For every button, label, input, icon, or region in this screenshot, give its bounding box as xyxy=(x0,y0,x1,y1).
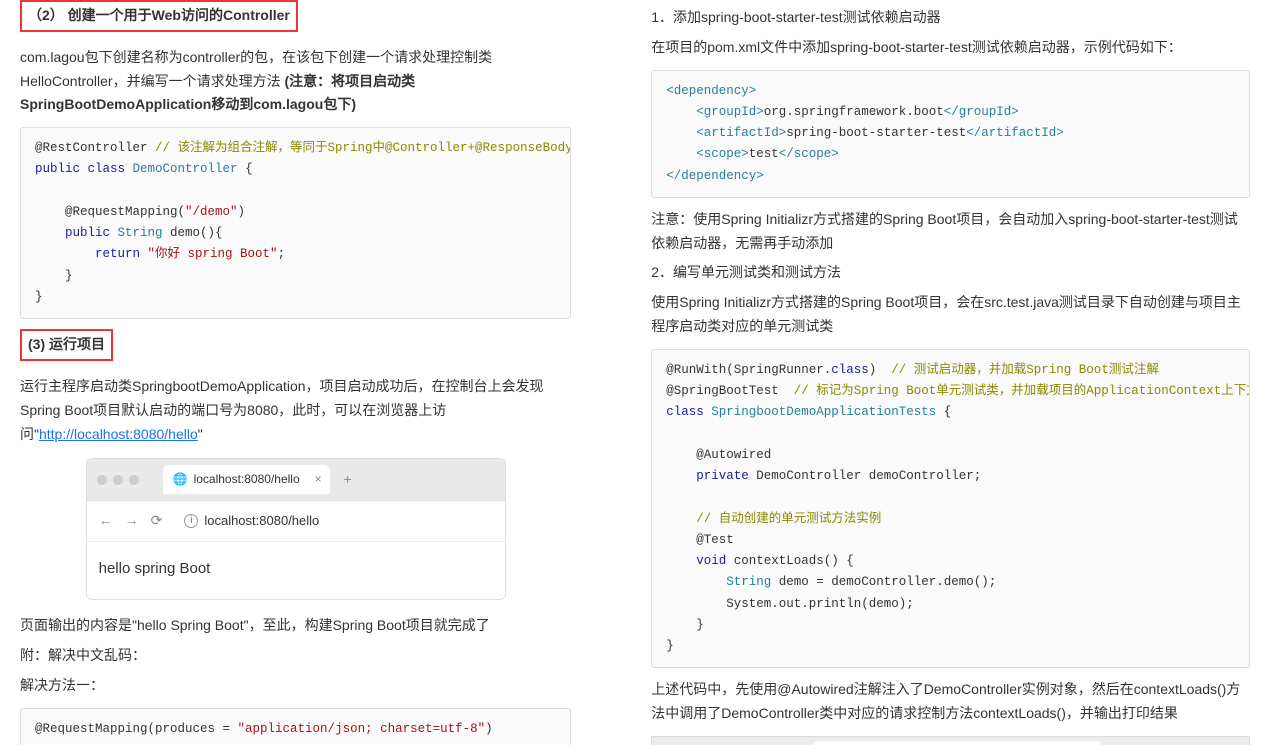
paragraph: 运行主程序启动类SpringbootDemoApplication，项目启动成功… xyxy=(20,375,571,446)
section-3-heading: (3) 运行项目 xyxy=(20,329,113,361)
traffic-dot-icon xyxy=(113,475,123,485)
paragraph: 页面输出的内容是"hello Spring Boot"，至此，构建Spring … xyxy=(20,614,571,638)
reload-icon[interactable]: ⟳ xyxy=(151,509,163,533)
globe-icon: 🌐 xyxy=(173,469,188,489)
paragraph: 解决方法一： xyxy=(20,674,571,698)
localhost-link[interactable]: http://localhost:8080/hello xyxy=(39,426,198,442)
url-field[interactable]: i localhost:8080/hello xyxy=(174,507,329,535)
paragraph: 在项目的pom.xml文件中添加spring-boot-starter-test… xyxy=(651,36,1250,60)
traffic-dot-icon xyxy=(97,475,107,485)
browser-tabbar: 🌐 localhost:8080/hello × + xyxy=(87,459,505,500)
test-tab[interactable]: ◆ootDemoApplication× xyxy=(660,741,802,745)
paragraph: 使用Spring Initializr方式搭建的Spring Boot项目，会在… xyxy=(651,291,1250,339)
forward-icon[interactable]: → xyxy=(125,509,139,533)
paragraph: 注意：使用Spring Initializr方式搭建的Spring Boot项目… xyxy=(651,208,1250,256)
code-block-java: @RestController // 该注解为组合注解，等同于Spring中@C… xyxy=(20,127,571,319)
code-block-java-test: @RunWith(SpringRunner.class) // 测试启动器，并加… xyxy=(651,349,1250,669)
info-icon: i xyxy=(184,514,198,528)
paragraph: 附：解决中文乱码： xyxy=(20,644,571,668)
back-icon[interactable]: ← xyxy=(99,509,113,533)
section-2-heading: （2） 创建一个用于Web访问的Controller xyxy=(20,0,298,32)
paragraph: 上述代码中，先使用@Autowired注解注入了DemoController实例… xyxy=(651,678,1250,726)
code-block-xml: <dependency> <groupId>org.springframewor… xyxy=(651,70,1250,198)
test-tab[interactable]: ◆SpringbootDemoApplicationTests.contextL… xyxy=(814,741,1100,745)
tab-title: localhost:8080/hello xyxy=(194,469,300,489)
close-icon[interactable]: × xyxy=(315,469,322,489)
test-tabs: ◆ootDemoApplication× ◆SpringbootDemoAppl… xyxy=(652,737,1249,745)
left-column: （2） 创建一个用于Web访问的Controller com.lagou包下创建… xyxy=(0,0,591,745)
paragraph: 1．添加spring-boot-starter-test测试依赖启动器 xyxy=(651,6,1250,30)
right-column: 1．添加spring-boot-starter-test测试依赖启动器 在项目的… xyxy=(651,0,1270,745)
traffic-dot-icon xyxy=(129,475,139,485)
browser-tab[interactable]: 🌐 localhost:8080/hello × xyxy=(163,465,330,493)
paragraph: 2．编写单元测试类和测试方法 xyxy=(651,261,1250,285)
code-block-java: @RequestMapping(produces = "application/… xyxy=(20,708,571,745)
browser-body: hello spring Boot xyxy=(87,542,505,600)
new-tab-button[interactable]: + xyxy=(344,468,352,492)
paragraph: com.lagou包下创建名称为controller的包，在该包下创建一个请求处… xyxy=(20,46,571,117)
browser-mockup: 🌐 localhost:8080/hello × + ← → ⟳ i local… xyxy=(86,458,506,600)
browser-address-bar: ← → ⟳ i localhost:8080/hello xyxy=(87,501,505,542)
test-run-panel: ◆ootDemoApplication× ◆SpringbootDemoAppl… xyxy=(651,736,1250,745)
